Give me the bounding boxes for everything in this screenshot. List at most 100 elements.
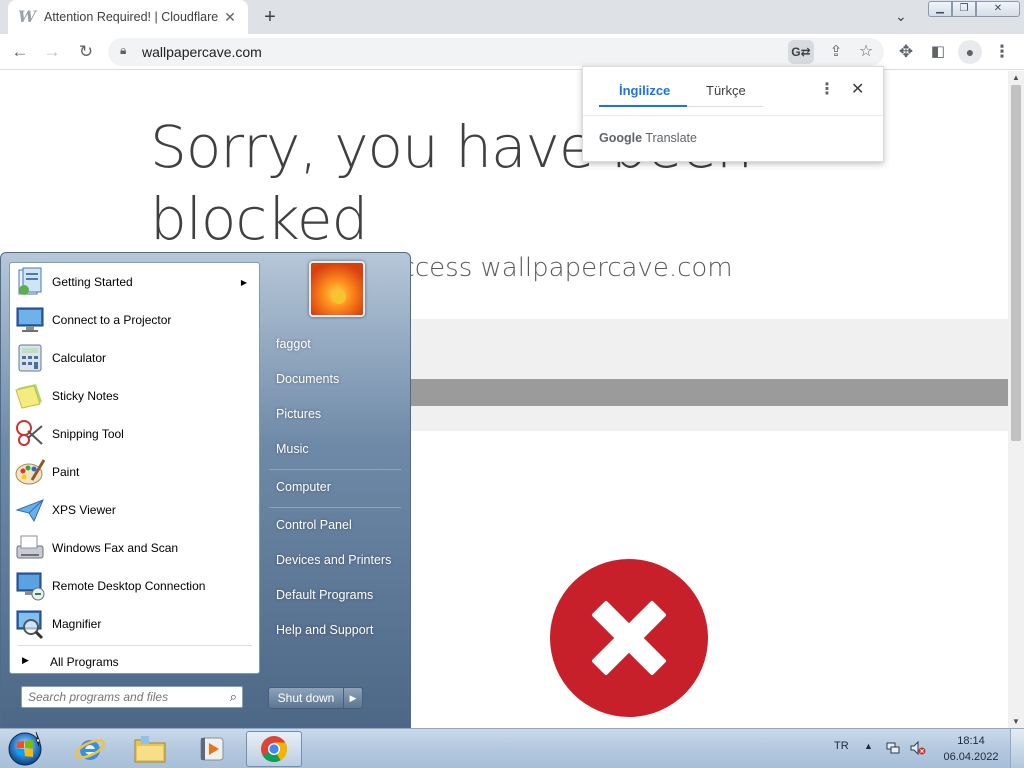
profile-avatar-icon[interactable]: ● xyxy=(958,40,982,64)
browser-tab[interactable]: W Attention Required! | Cloudflare ✕ xyxy=(8,0,248,34)
all-programs-item[interactable]: ▶ All Programs xyxy=(10,649,259,673)
address-url[interactable]: wallpapercave.com xyxy=(142,44,262,60)
translate-target-tab[interactable]: Türkçe xyxy=(706,83,746,98)
start-link-computer[interactable]: Computer xyxy=(268,472,402,502)
paint-icon xyxy=(15,459,46,485)
error-x-icon xyxy=(550,559,708,717)
reload-icon[interactable]: ↻ xyxy=(74,40,98,64)
scroll-down-arrow-icon[interactable]: ▼ xyxy=(1008,717,1024,726)
window-restore-button[interactable]: ❐ xyxy=(952,1,976,17)
start-right-separator xyxy=(269,469,401,470)
address-bar[interactable]: 🔒︎ wallpapercave.com G⇄ ⇪ ☆ xyxy=(108,38,884,66)
back-arrow-icon[interactable]: ← xyxy=(8,40,32,64)
program-fax-scan[interactable]: Windows Fax and Scan xyxy=(10,529,259,567)
translate-brand-text: Translate xyxy=(645,131,697,145)
all-programs-label: All Programs xyxy=(50,655,119,669)
start-search-input[interactable] xyxy=(28,690,218,704)
program-connect-projector[interactable]: Connect to a Projector xyxy=(10,301,259,339)
translate-separator xyxy=(583,115,883,116)
scroll-up-arrow-icon[interactable]: ▲ xyxy=(1008,73,1024,82)
tab-search-icon[interactable]: ⌄ xyxy=(895,8,907,25)
program-magnifier[interactable]: Magnifier xyxy=(10,605,259,643)
sticky-notes-icon xyxy=(15,384,42,409)
start-link-user[interactable]: faggot xyxy=(268,329,402,359)
browser-toolbar: ← → ↻ 🔒︎ wallpapercave.com G⇄ ⇪ ☆ ✥ ◧ ● … xyxy=(0,34,1024,70)
magnifier-icon xyxy=(16,610,44,640)
program-sticky-notes[interactable]: Sticky Notes xyxy=(10,377,259,415)
taskbar-chrome[interactable] xyxy=(246,731,302,767)
taskbar-media-player[interactable] xyxy=(184,731,240,767)
program-label: Paint xyxy=(52,465,80,479)
page-scrollbar[interactable]: ▲ ▼ xyxy=(1008,71,1024,728)
show-desktop-button[interactable] xyxy=(1010,729,1024,768)
all-programs-arrow-icon: ▶ xyxy=(22,655,29,665)
program-label: Sticky Notes xyxy=(52,389,119,403)
clock-time[interactable]: 18:14 xyxy=(944,735,998,747)
new-tab-button[interactable]: + xyxy=(258,6,282,28)
start-link-pictures[interactable]: Pictures xyxy=(268,399,402,429)
getting-started-icon xyxy=(18,267,42,295)
start-link-help-support[interactable]: Help and Support xyxy=(268,615,402,645)
window-close-button[interactable]: ✕ xyxy=(976,1,1020,17)
extensions-puzzle-icon[interactable]: ✥ xyxy=(894,40,918,64)
program-xps-viewer[interactable]: XPS Viewer xyxy=(10,491,259,529)
program-calculator[interactable]: Calculator xyxy=(10,339,259,377)
start-link-devices-printers[interactable]: Devices and Printers xyxy=(268,545,402,575)
start-search-box[interactable]: ⌕ xyxy=(21,686,243,708)
program-snipping-tool[interactable]: Snipping Tool xyxy=(10,415,259,453)
start-link-documents[interactable]: Documents xyxy=(268,364,402,394)
taskbar-explorer[interactable] xyxy=(122,731,178,767)
forward-arrow-icon[interactable]: → xyxy=(40,40,64,64)
start-link-default-programs[interactable]: Default Programs xyxy=(268,580,402,610)
projector-icon xyxy=(16,307,44,332)
program-label: Remote Desktop Connection xyxy=(52,579,206,593)
start-orb-icon[interactable] xyxy=(6,731,44,767)
program-remote-desktop[interactable]: Remote Desktop Connection xyxy=(10,567,259,605)
program-label: Magnifier xyxy=(52,617,102,631)
start-link-control-panel[interactable]: Control Panel xyxy=(268,510,402,540)
shutdown-options-arrow-icon[interactable]: ▶ xyxy=(343,687,363,709)
user-flower-icon xyxy=(311,263,363,315)
tray-expand-arrow-icon[interactable]: ▲ xyxy=(864,741,873,751)
start-link-music[interactable]: Music xyxy=(268,434,402,464)
chrome-icon xyxy=(261,736,288,763)
bookmark-star-icon[interactable]: ☆ xyxy=(854,40,878,64)
side-panel-icon[interactable]: ◧ xyxy=(926,40,950,64)
calculator-icon xyxy=(18,344,42,372)
translate-icon[interactable]: G⇄ xyxy=(788,40,814,64)
tab-title: Attention Required! | Cloudflare xyxy=(44,10,219,24)
browser-menu-icon[interactable]: ⋮ xyxy=(990,40,1014,64)
share-icon[interactable]: ⇪ xyxy=(824,40,848,64)
user-picture[interactable] xyxy=(309,261,365,317)
program-label: Windows Fax and Scan xyxy=(52,541,179,555)
program-paint[interactable]: Paint xyxy=(10,453,259,491)
program-getting-started[interactable]: Getting Started ▶ xyxy=(10,263,259,301)
translate-options-icon[interactable]: ⋮ xyxy=(819,79,835,99)
taskbar: TR ▲ 18:14 06.04.2022 xyxy=(0,728,1024,768)
tab-close-icon[interactable]: ✕ xyxy=(222,9,238,26)
submenu-arrow-icon: ▶ xyxy=(240,277,247,287)
internet-explorer-icon xyxy=(74,739,106,760)
search-icon[interactable]: ⌕ xyxy=(230,689,237,705)
translate-close-icon[interactable]: ✕ xyxy=(851,79,864,99)
taskbar-ie[interactable] xyxy=(62,731,118,767)
shutdown-button[interactable]: Shut down xyxy=(268,687,344,709)
clock-date[interactable]: 06.04.2022 xyxy=(940,751,1002,763)
language-indicator[interactable]: TR xyxy=(834,740,849,752)
translate-source-tab[interactable]: İngilizce xyxy=(619,83,670,98)
media-player-icon xyxy=(200,737,224,761)
start-right-separator xyxy=(269,507,401,508)
program-label: XPS Viewer xyxy=(52,503,116,517)
network-icon[interactable] xyxy=(886,741,900,755)
program-label: Calculator xyxy=(52,351,107,365)
translate-popup: İngilizce Türkçe ⋮ ✕ Google Translate xyxy=(582,66,884,162)
program-label: Snipping Tool xyxy=(52,427,124,441)
fax-scan-icon xyxy=(16,535,44,559)
window-minimize-button[interactable]: ▁ xyxy=(928,1,952,17)
volume-muted-icon[interactable] xyxy=(910,741,926,755)
scroll-thumb[interactable] xyxy=(1011,85,1021,441)
all-programs-separator xyxy=(18,645,252,646)
lock-icon[interactable]: 🔒︎ xyxy=(120,43,126,58)
google-brand-text: Google xyxy=(599,131,643,145)
folder-icon xyxy=(134,736,166,763)
